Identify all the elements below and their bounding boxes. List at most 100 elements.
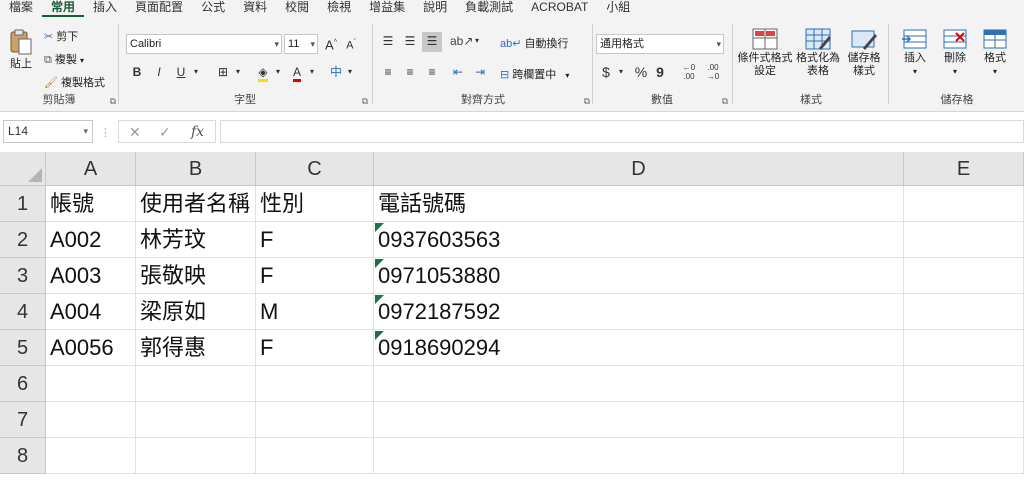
font-name-select[interactable]: Calibri ▾ (126, 34, 282, 54)
error-indicator-icon[interactable] (375, 223, 384, 232)
cell-b8[interactable] (136, 438, 256, 474)
cell-e3[interactable] (904, 258, 1024, 294)
tab-help[interactable]: 說明 (414, 0, 456, 17)
tab-addins[interactable]: 增益集 (360, 0, 414, 17)
dialog-launcher-icon[interactable]: ⧉ (362, 96, 368, 107)
copy-button[interactable]: ⧉ 複製 ▾ (44, 51, 84, 67)
tab-view[interactable]: 檢視 (318, 0, 360, 17)
chevron-down-icon[interactable]: ▾ (190, 63, 202, 83)
format-cells-button[interactable]: 格式 ▾ (978, 28, 1012, 78)
decrease-indent-icon[interactable]: ⇤ (448, 63, 468, 83)
formula-input[interactable] (220, 120, 1024, 143)
cancel-icon[interactable]: ✕ (129, 124, 141, 141)
cell-a5[interactable]: A0056 (46, 330, 136, 366)
cell-b2[interactable]: 林芳玟 (136, 222, 256, 258)
row-header[interactable]: 8 (0, 438, 46, 474)
cell-b6[interactable] (136, 366, 256, 402)
chevron-down-icon[interactable]: ▾ (472, 32, 482, 52)
cell-a8[interactable] (46, 438, 136, 474)
chevron-down-icon[interactable]: ▾ (272, 63, 284, 83)
dialog-launcher-icon[interactable]: ⧉ (584, 96, 590, 107)
borders-icon[interactable]: ⊞ (212, 63, 234, 83)
decrease-decimal-icon[interactable]: .00 →0 (702, 63, 724, 83)
format-as-table-button[interactable]: 格式化為 表格 (796, 28, 840, 78)
tab-team[interactable]: 小組 (597, 0, 639, 17)
name-box[interactable]: L14 ▾ (3, 120, 93, 143)
conditional-formatting-button[interactable]: 條件式格式 設定 (736, 28, 794, 78)
chevron-down-icon[interactable]: ▾ (616, 63, 626, 83)
cell-b3[interactable]: 張敬映 (136, 258, 256, 294)
currency-button[interactable]: $ (598, 63, 614, 83)
cell-e4[interactable] (904, 294, 1024, 330)
cell-d2[interactable]: 0937603563 (374, 222, 904, 258)
error-indicator-icon[interactable] (375, 259, 384, 268)
tab-formulas[interactable]: 公式 (192, 0, 234, 17)
cell-c6[interactable] (256, 366, 374, 402)
cell-c8[interactable] (256, 438, 374, 474)
align-center-icon[interactable]: ≡ (400, 63, 420, 83)
column-header-e[interactable]: E (904, 152, 1024, 186)
row-header[interactable]: 2 (0, 222, 46, 258)
align-top-icon[interactable]: ☰ (378, 32, 398, 52)
delete-cells-button[interactable]: 刪除 ▾ (938, 28, 972, 78)
increase-indent-icon[interactable]: ⇥ (470, 63, 490, 83)
enter-icon[interactable]: ✓ (159, 124, 171, 141)
dialog-launcher-icon[interactable]: ⧉ (110, 96, 116, 107)
row-header[interactable]: 6 (0, 366, 46, 402)
phonetic-guide-icon[interactable]: 中 (326, 63, 346, 83)
tab-load-test[interactable]: 負載測試 (456, 0, 522, 17)
align-left-icon[interactable]: ≡ (378, 63, 398, 83)
cell-d3[interactable]: 0971053880 (374, 258, 904, 294)
tab-page-layout[interactable]: 頁面配置 (126, 0, 192, 17)
cell-a7[interactable] (46, 402, 136, 438)
column-header-c[interactable]: C (256, 152, 374, 186)
cell-c2[interactable]: F (256, 222, 374, 258)
cut-button[interactable]: ✂ 剪下 (44, 28, 78, 44)
align-bottom-icon[interactable]: ☰ (422, 32, 442, 52)
error-indicator-icon[interactable] (375, 331, 384, 340)
cell-d4[interactable]: 0972187592 (374, 294, 904, 330)
cell-e8[interactable] (904, 438, 1024, 474)
insert-cells-button[interactable]: 插入 ▾ (898, 28, 932, 78)
row-header[interactable]: 4 (0, 294, 46, 330)
bold-button[interactable]: B (128, 63, 146, 83)
resize-handle-icon[interactable]: ⋮ (100, 126, 111, 139)
cell-a6[interactable] (46, 366, 136, 402)
cell-e2[interactable] (904, 222, 1024, 258)
merge-center-button[interactable]: ⊟ 跨欄置中 ▾ (500, 66, 569, 82)
underline-button[interactable]: U (172, 63, 190, 83)
cell-c7[interactable] (256, 402, 374, 438)
row-header[interactable]: 3 (0, 258, 46, 294)
chevron-down-icon[interactable]: ▾ (344, 63, 356, 83)
align-middle-icon[interactable]: ☰ (400, 32, 420, 52)
orientation-icon[interactable]: ab↗ (450, 32, 473, 52)
italic-button[interactable]: I (150, 63, 168, 83)
cell-e6[interactable] (904, 366, 1024, 402)
cell-a4[interactable]: A004 (46, 294, 136, 330)
chevron-down-icon[interactable]: ▾ (306, 63, 318, 83)
tab-acrobat[interactable]: ACROBAT (522, 0, 597, 17)
comma-style-button[interactable]: 9 (654, 63, 666, 83)
format-painter-button[interactable]: 🖌 複製格式 (44, 74, 105, 90)
paste-button[interactable]: 貼上 (6, 28, 36, 71)
cell-e1[interactable] (904, 186, 1024, 222)
tab-insert[interactable]: 插入 (84, 0, 126, 17)
cell-c5[interactable]: F (256, 330, 374, 366)
error-indicator-icon[interactable] (375, 295, 384, 304)
insert-function-button[interactable]: fx (191, 124, 204, 140)
number-format-select[interactable]: 通用格式 ▾ (596, 34, 724, 54)
tab-data[interactable]: 資料 (234, 0, 276, 17)
tab-review[interactable]: 校閱 (276, 0, 318, 17)
align-right-icon[interactable]: ≡ (422, 63, 442, 83)
cell-d7[interactable] (374, 402, 904, 438)
row-header[interactable]: 5 (0, 330, 46, 366)
cell-b5[interactable]: 郭得惠 (136, 330, 256, 366)
decrease-font-icon[interactable]: Aˇ (342, 34, 360, 54)
cell-b4[interactable]: 梁原如 (136, 294, 256, 330)
column-header-a[interactable]: A (46, 152, 136, 186)
cell-d6[interactable] (374, 366, 904, 402)
wrap-text-button[interactable]: ab↵ 自動換行 (500, 35, 569, 51)
cell-b1[interactable]: 使用者名稱 (136, 186, 256, 222)
increase-decimal-icon[interactable]: ←0.00 (678, 63, 700, 83)
cell-e5[interactable] (904, 330, 1024, 366)
